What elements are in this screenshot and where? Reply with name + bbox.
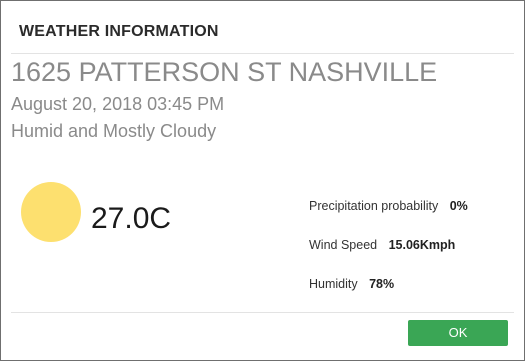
- humidity-value: 78%: [369, 277, 395, 291]
- weather-content: 1625 PATTERSON ST NASHVILLE August 20, 2…: [11, 53, 514, 313]
- weather-dialog: WEATHER INFORMATION 1625 PATTERSON ST NA…: [0, 0, 525, 361]
- precipitation-stat: Precipitation probability 0%: [309, 199, 468, 213]
- precipitation-label: Precipitation probability: [309, 199, 439, 213]
- precipitation-value: 0%: [449, 199, 468, 213]
- weather-condition: Humid and Mostly Cloudy: [11, 121, 217, 141]
- wind-speed-value: 15.06Kmph: [388, 238, 456, 252]
- dialog-title: WEATHER INFORMATION: [19, 23, 219, 40]
- forecast-datetime: August 20, 2018 03:45 PM: [11, 94, 225, 114]
- humidity-stat: Humidity 78%: [309, 277, 394, 291]
- sun-icon: [21, 182, 81, 242]
- wind-speed-stat: Wind Speed 15.06Kmph: [309, 238, 455, 252]
- temperature-value: 27.0C: [91, 202, 172, 235]
- location-address: 1625 PATTERSON ST NASHVILLE: [11, 57, 438, 87]
- ok-button[interactable]: OK: [408, 320, 508, 346]
- humidity-label: Humidity: [309, 277, 358, 291]
- wind-speed-label: Wind Speed: [309, 238, 378, 252]
